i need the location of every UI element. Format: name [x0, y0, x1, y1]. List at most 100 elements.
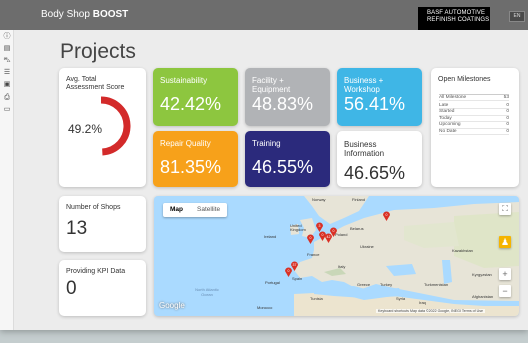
language-button[interactable]: EN — [509, 11, 525, 22]
assessment-label: Avg. Total Assessment Score — [66, 76, 125, 91]
map-label-france: France — [307, 252, 320, 257]
gauge-arc — [101, 96, 131, 156]
info-icon[interactable]: ⓘ — [3, 33, 11, 40]
kpi-value: 81.35% — [160, 157, 222, 177]
milestone-label: Started — [439, 109, 455, 114]
tasks-icon[interactable]: ☰ — [3, 69, 11, 76]
map-pin[interactable]: 0 — [284, 266, 293, 277]
milestone-count: 53 — [503, 95, 509, 100]
map-label-belarus: Belarus — [350, 226, 364, 231]
milestone-count: 0 — [506, 109, 509, 114]
kpi-label: Business + Workshop — [344, 76, 384, 94]
page-title: Projects — [60, 40, 136, 63]
app-window: Body Shop BOOST BASF AUTOMOTIVE REFINISH… — [0, 0, 528, 330]
milestone-label: Late — [439, 102, 449, 108]
kpi-label: Business Information — [344, 140, 385, 158]
car-icon[interactable]: ⛍ — [3, 57, 11, 64]
open-milestones-card[interactable]: Open Milestones All Milestone 53 Late 0 St… — [431, 68, 519, 187]
kpi-data-value: 0 — [66, 278, 77, 299]
kpi-data-label: Providing KPI Data — [66, 268, 126, 275]
map-label-atlantic: North Atlantic Ocean — [195, 287, 219, 297]
brand-bold-text: BOOST — [92, 9, 129, 20]
milestones-title: Open Milestones — [438, 76, 491, 83]
kpi-label: Training — [252, 139, 281, 148]
kpi-training[interactable]: Training 46.55% — [245, 131, 330, 187]
app-title: Body Shop BOOST — [41, 9, 128, 20]
map-type-toggle: Map Satellite — [163, 203, 228, 217]
pin-label: 37 — [293, 263, 297, 267]
shops-value: 13 — [66, 218, 88, 239]
kpi-repair-quality[interactable]: Repair Quality 81.35% — [153, 131, 238, 187]
printer-icon[interactable]: ⎙ — [3, 94, 11, 101]
kpi-label: Repair Quality — [160, 139, 211, 148]
assessment-value: 49.2% — [68, 122, 103, 136]
milestone-row[interactable]: All Milestone 53 — [439, 94, 509, 101]
kpi-value: 46.55% — [252, 157, 314, 177]
kpi-label: Sustainability — [160, 76, 208, 85]
assessment-gauge — [101, 96, 131, 156]
pin-label: 0 — [310, 236, 312, 240]
tab-satellite[interactable]: Satellite — [190, 203, 227, 217]
kpi-business-information[interactable]: Business Information 46.65% — [337, 131, 422, 187]
pin-label: 0 — [288, 269, 290, 273]
zoom-in-icon[interactable]: + — [499, 268, 511, 280]
milestone-count: 0 — [506, 122, 509, 127]
kpi-value: 56.41% — [344, 94, 406, 114]
monitor-icon[interactable]: ▭ — [3, 106, 11, 113]
milestone-row[interactable]: No Date 0 — [439, 128, 509, 135]
pin-label: 0 — [386, 213, 388, 217]
map-label-norway: Norway — [312, 197, 326, 202]
kpi-business-workshop[interactable]: Business + Workshop 56.41% — [337, 68, 422, 126]
kpi-value: 42.42% — [160, 94, 222, 114]
map-label-ukraine: Ukraine — [360, 244, 374, 249]
map-label-greece: Greece — [357, 282, 371, 287]
zoom-out-icon[interactable]: − — [499, 285, 511, 297]
calendar-icon[interactable]: ▣ — [3, 81, 11, 88]
map-label-finland: Finland — [352, 197, 366, 202]
map-pin[interactable]: 0 — [382, 210, 391, 221]
map-label-spain: Spain — [292, 276, 303, 281]
milestone-count: 0 — [506, 128, 509, 134]
kpi-value: 46.65% — [344, 163, 406, 183]
providing-kpi-data-card[interactable]: Providing KPI Data 0 — [59, 260, 146, 316]
kpi-label: Facility + Equipment — [252, 76, 291, 94]
map-pin[interactable]: 0 — [329, 226, 338, 237]
map-pin[interactable]: 0 — [306, 233, 315, 244]
pin-label: 0 — [333, 229, 335, 233]
assessment-score-card[interactable]: Avg. Total Assessment Score 49.2% — [59, 68, 146, 187]
milestone-count: 0 — [506, 115, 509, 121]
milestone-label: Today — [439, 115, 452, 121]
number-of-shops-card[interactable]: Number of Shops 13 — [59, 196, 146, 252]
map-attribution[interactable]: Keyboard shortcuts Map data ©2022 Google… — [376, 309, 486, 313]
kpi-facility-equipment[interactable]: Facility + Equipment 48.83% — [245, 68, 330, 126]
google-logo: Google — [159, 301, 185, 310]
map-widget[interactable]: Norway Finland Ireland United Kingdom Po… — [154, 196, 519, 316]
milestone-count: 0 — [506, 102, 509, 108]
map-label-united-kingdom: United Kingdom — [290, 223, 306, 232]
map-label-italy: Italy — [338, 264, 346, 269]
tab-map[interactable]: Map — [163, 203, 190, 217]
map-label-portugal: Portugal — [265, 280, 280, 285]
milestone-label: No Date — [439, 128, 457, 134]
pin-label: 3 — [319, 224, 321, 228]
milestone-label: All Milestone — [439, 95, 467, 100]
kpi-value: 48.83% — [252, 94, 314, 114]
brand-text: Body Shop — [41, 9, 93, 20]
kpi-sustainability[interactable]: Sustainability 42.42% — [153, 68, 238, 126]
map-label-kazakhstan: Kazakhstan — [452, 248, 473, 253]
top-bar: Body Shop BOOST BASF AUTOMOTIVE REFINISH… — [0, 0, 528, 30]
map-label-afghanistan: Afghanistan — [472, 294, 494, 299]
map-label-morocco: Morocco — [257, 305, 273, 310]
shops-label: Number of Shops — [66, 204, 121, 211]
map-label-ireland: Ireland — [264, 234, 277, 239]
map-label-tunisia: Tunisia — [310, 296, 323, 301]
milestone-label: Upcoming — [439, 122, 461, 127]
map-label-turkmenistan: Turkmenistan — [424, 282, 449, 287]
list-icon[interactable]: ▤ — [3, 45, 11, 52]
sidebar: ⓘ ▤ ⛍ ☰ ▣ ⎙ ▭ — [0, 30, 14, 330]
map-label-turkey: Turkey — [380, 282, 393, 287]
map-label-iraq: Iraq — [419, 300, 426, 305]
street-view-icon[interactable]: ♟ — [499, 236, 511, 248]
partner-line-2: REFINISH COATINGS — [427, 17, 490, 23]
fullscreen-icon[interactable]: ⛶ — [499, 203, 511, 215]
